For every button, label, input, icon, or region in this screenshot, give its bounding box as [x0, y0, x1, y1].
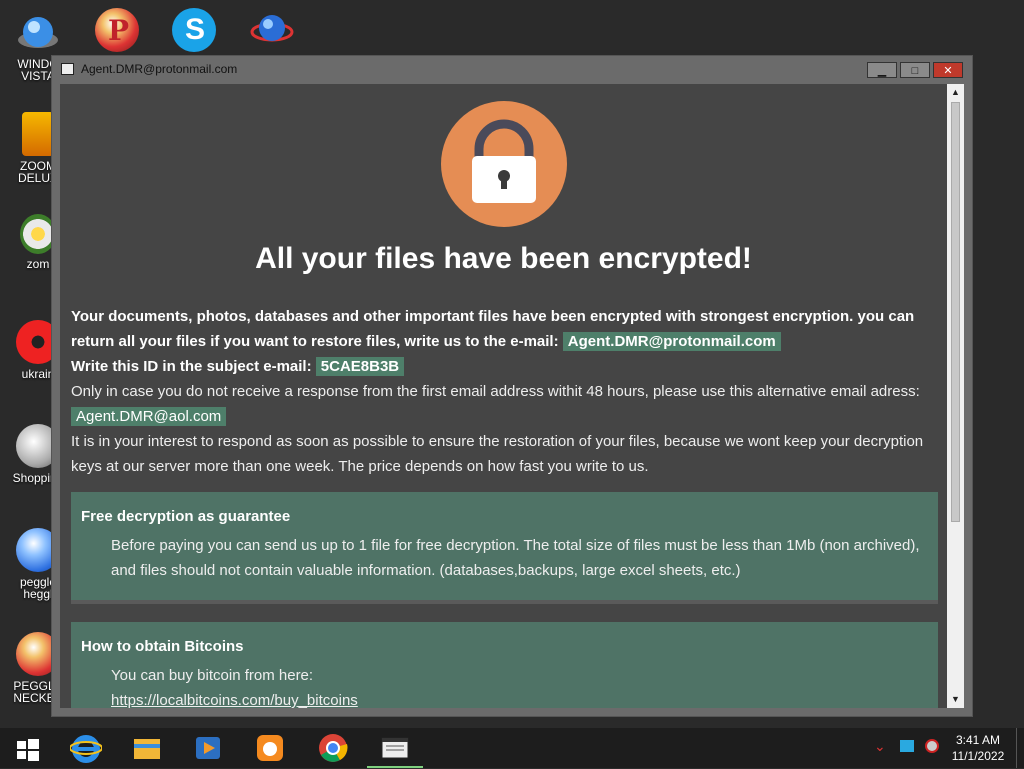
taskbar-file-explorer[interactable] [131, 732, 163, 764]
desktop-icon-windows-vista-top[interactable] [16, 12, 60, 52]
window-title: Agent.DMR@protonmail.com [81, 62, 238, 76]
minimize-button[interactable]: ▁ [867, 62, 897, 78]
windows-logo-icon [17, 739, 39, 761]
taskbar-media-player[interactable] [192, 732, 224, 764]
folder-icon [134, 739, 160, 759]
ransom-intro-text: Your documents, photos, databases and ot… [71, 308, 915, 350]
urgency-text: It is in your interest to respond as soo… [71, 433, 924, 475]
show-desktop-button[interactable] [1016, 728, 1024, 768]
desktop-icon-peggle-top[interactable]: P [95, 8, 139, 52]
victim-id: 5CAE8B3B [315, 357, 405, 376]
scroll-thumb[interactable] [951, 102, 960, 522]
alternative-email-text: Only in case you do not receive a respon… [71, 383, 920, 400]
note-window-icon [381, 737, 409, 759]
uc-browser-icon [257, 735, 283, 761]
ransom-headline: All your files have been encrypted! [255, 242, 752, 275]
contact-email-primary[interactable]: Agent.DMR@protonmail.com [562, 332, 781, 351]
free-decryption-text: Before paying you can send us up to 1 fi… [111, 537, 920, 579]
lock-icon [441, 101, 567, 227]
contact-email-alternative[interactable]: Agent.DMR@aol.com [71, 407, 227, 426]
scroll-down-arrow[interactable]: ▼ [947, 691, 964, 708]
tray-clock[interactable]: 3:41 AM 11/1/2022 [950, 732, 1006, 764]
globe-icon [250, 15, 294, 42]
ransom-paragraph-1: Your documents, photos, databases and ot… [71, 304, 931, 479]
id-label: Write this ID in the subject e-mail: [71, 358, 312, 375]
free-decryption-title: Free decryption as guarantee [81, 508, 291, 525]
tray-chevron-icon[interactable]: ⌄ [874, 738, 886, 755]
maximize-button[interactable]: □ [900, 62, 930, 78]
media-player-icon [196, 737, 220, 759]
padlock-icon [472, 119, 536, 203]
internet-explorer-icon [69, 735, 103, 763]
windows-vista-icon [18, 17, 58, 48]
tray-volume-icon[interactable] [925, 739, 939, 753]
zoom-game-icon [22, 112, 54, 156]
scroll-up-arrow[interactable]: ▲ [947, 84, 964, 101]
bitcoin-box: How to obtain Bitcoins You can buy bitco… [71, 622, 938, 708]
taskbar: ⌄ 3:41 AM 11/1/2022 [0, 728, 1024, 768]
window-app-icon [61, 63, 74, 75]
vertical-scrollbar[interactable]: ▲ ▼ [947, 84, 964, 708]
bitcoin-title: How to obtain Bitcoins [81, 638, 244, 655]
clock-time: 3:41 AM [955, 733, 1001, 747]
taskbar-internet-explorer[interactable] [69, 732, 103, 764]
peggle-icon: P [108, 14, 130, 47]
bitcoin-link[interactable]: https://localbitcoins.com/buy_bitcoins [111, 688, 923, 708]
ransom-note-window: Agent.DMR@protonmail.com ▁ □ ✕ All your … [51, 55, 973, 717]
desktop-icon-globe[interactable] [250, 10, 294, 50]
note-content: All your files have been encrypted! Your… [60, 84, 947, 708]
close-button[interactable]: ✕ [933, 62, 963, 78]
taskbar-ransom-note-app[interactable] [367, 732, 423, 768]
window-titlebar[interactable]: Agent.DMR@protonmail.com ▁ □ ✕ [52, 56, 972, 84]
taskbar-uc-browser[interactable] [254, 732, 286, 764]
tray-network-icon[interactable] [900, 740, 914, 752]
free-decryption-box: Free decryption as guarantee Before payi… [71, 492, 938, 604]
bitcoin-text: You can buy bitcoin from here: [111, 667, 314, 684]
taskbar-chrome[interactable] [317, 732, 349, 764]
skype-icon: S [185, 13, 206, 46]
desktop-icon-skype[interactable]: S [172, 8, 216, 52]
chrome-icon [319, 734, 348, 762]
clock-date: 11/1/2022 [951, 749, 1005, 763]
start-button[interactable] [12, 732, 44, 764]
